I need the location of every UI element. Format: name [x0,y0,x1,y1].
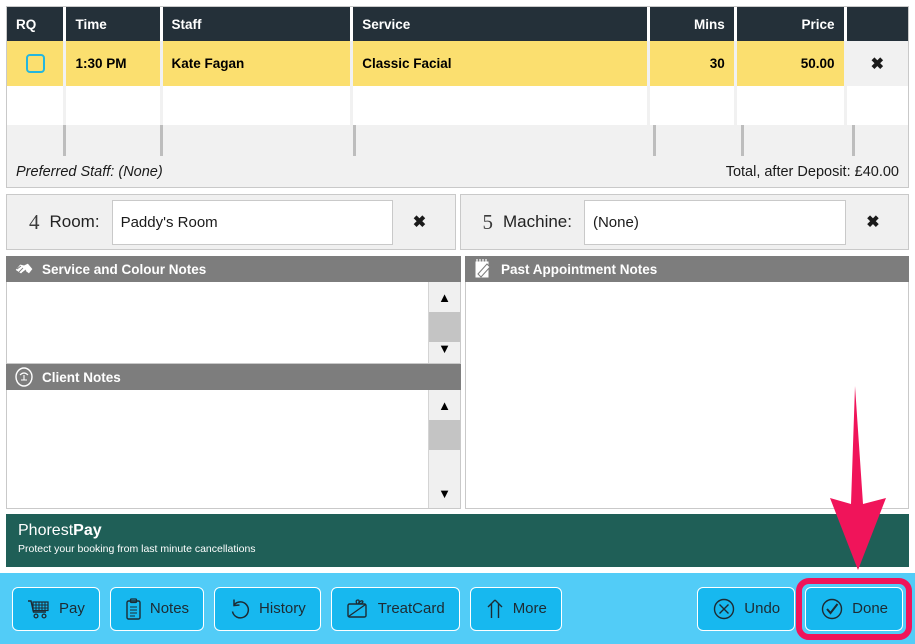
table-row[interactable]: 1:30 PM Kate Fagan Classic Facial 30 50.… [7,41,908,86]
service-table-header: RQ Time Staff Service Mins Price [7,7,908,41]
client-notes-text[interactable] [7,390,428,508]
service-colour-notes-title: Service and Colour Notes [42,261,207,277]
cell-rq[interactable] [7,41,64,86]
phorest-pay-banner[interactable]: PhorestPay Protect your booking from las… [6,514,909,567]
notes-area: Service and Colour Notes ▲ ▼ Client Note… [6,256,909,509]
gift-card-icon [346,598,370,620]
treatcard-button-label: TreatCard [377,600,445,617]
table-column-dividers [6,125,909,156]
cell-staff[interactable]: Kate Fagan [162,41,351,86]
column-header-staff[interactable]: Staff [162,7,351,41]
past-appointment-notes-body[interactable] [465,282,909,509]
past-appointment-notes-header: Past Appointment Notes [465,256,909,282]
history-button[interactable]: History [214,586,321,631]
total-after-deposit: Total, after Deposit: £40.00 [725,163,899,180]
column-divider-5 [741,125,744,156]
column-divider-6 [852,125,855,156]
undo-circle-icon [229,598,251,620]
room-clear-icon[interactable]: ✖ [393,212,447,232]
appointment-detail-screen: RQ Time Staff Service Mins Price 1:30 PM… [0,0,915,644]
room-selector[interactable]: 4 Room: Paddy's Room ✖ [6,194,456,250]
preferred-staff: Preferred Staff: (None) [16,164,163,180]
hand-shake-icon [12,258,36,280]
treatcard-button[interactable]: TreatCard [330,586,460,631]
client-notes-title: Client Notes [42,369,121,385]
column-divider-4 [653,125,656,156]
past-appointment-notes-text[interactable] [466,282,908,508]
column-divider-3 [353,125,356,156]
up-arrow-icon [485,598,505,620]
history-button-label: History [259,600,306,617]
phorest-pay-tagline: Protect your booking from last minute ca… [18,543,256,555]
shopping-cart-icon [27,599,51,619]
client-notes-scrollbar[interactable]: ▲ ▼ [428,390,460,508]
column-header-actions [846,7,908,41]
service-colour-notes-text[interactable] [7,282,428,363]
service-colour-notes-scrollbar[interactable]: ▲ ▼ [428,282,460,363]
notes-left-column: Service and Colour Notes ▲ ▼ Client Note… [6,256,461,509]
client-notes-body[interactable]: ▲ ▼ [6,390,461,509]
done-button-wrapper: Done [796,577,912,640]
client-notes-header: Client Notes [6,364,461,390]
phorest-pay-brand: PhorestPay [18,522,897,540]
cell-price[interactable]: 50.00 [736,41,844,86]
cell-service[interactable]: Classic Facial [353,41,647,86]
scroll-track[interactable] [429,420,460,478]
service-colour-notes-body[interactable]: ▲ ▼ [6,282,461,364]
machine-input[interactable]: (None) [583,199,846,245]
pay-button[interactable]: Pay [12,586,100,631]
service-colour-notes-header: Service and Colour Notes [6,256,461,282]
remove-service-icon[interactable]: ✖ [871,54,884,74]
scroll-track[interactable] [429,312,460,342]
column-divider-2 [160,125,163,156]
column-header-service[interactable]: Service [353,7,647,41]
more-button[interactable]: More [469,586,562,631]
machine-selector[interactable]: 5 Machine: (None) ✖ [459,194,909,250]
room-label: Room: [49,212,100,231]
x-circle-icon [712,597,736,621]
notes-right-column: Past Appointment Notes [465,256,909,509]
more-button-label: More [512,600,547,617]
undo-button[interactable]: Undo [697,586,796,631]
column-divider-1 [63,125,66,156]
column-header-rq[interactable]: RQ [7,7,64,41]
pay-button-label: Pay [59,600,85,617]
scroll-down-icon[interactable]: ▼ [429,478,460,508]
rq-checkbox[interactable] [25,54,45,73]
undo-button-label: Undo [744,600,781,617]
notepad-pencil-icon [471,258,495,280]
scroll-up-icon[interactable]: ▲ [429,390,460,420]
preferred-staff-label: Preferred Staff: [16,163,115,180]
machine-step-number: 5 [482,209,494,234]
cell-delete[interactable]: ✖ [846,41,908,86]
notes-button-label: Notes [149,600,190,617]
machine-label: Machine: [503,212,572,231]
preferred-staff-value: (None) [118,163,163,180]
done-button-label: Done [852,600,888,617]
phorest-pay-brand-bold: Pay [73,522,102,539]
scroll-thumb[interactable] [429,420,460,450]
clipboard-icon [125,597,142,620]
check-circle-icon [820,597,844,621]
client-head-icon [12,366,36,388]
column-header-mins[interactable]: Mins [649,7,734,41]
column-header-price[interactable]: Price [736,7,844,41]
scroll-thumb[interactable] [429,312,460,342]
phorest-pay-brand-light: Phorest [18,522,74,539]
past-appointment-notes-title: Past Appointment Notes [501,261,658,277]
cell-time[interactable]: 1:30 PM [66,41,160,86]
column-header-time[interactable]: Time [66,7,160,41]
cell-mins[interactable]: 30 [649,41,734,86]
room-machine-row: 4 Room: Paddy's Room ✖ 5 Machine: (None)… [6,194,909,250]
room-input[interactable]: Paddy's Room [111,199,393,245]
machine-clear-icon[interactable]: ✖ [846,212,900,232]
done-button[interactable]: Done [805,586,903,631]
room-step-number: 4 [29,209,40,234]
service-table-footer: Preferred Staff: (None) Total, after Dep… [6,156,909,188]
action-bar: Pay Notes History TreatCard More Undo Do… [0,573,915,644]
scroll-up-icon[interactable]: ▲ [429,282,460,312]
notes-button[interactable]: Notes [109,586,205,631]
